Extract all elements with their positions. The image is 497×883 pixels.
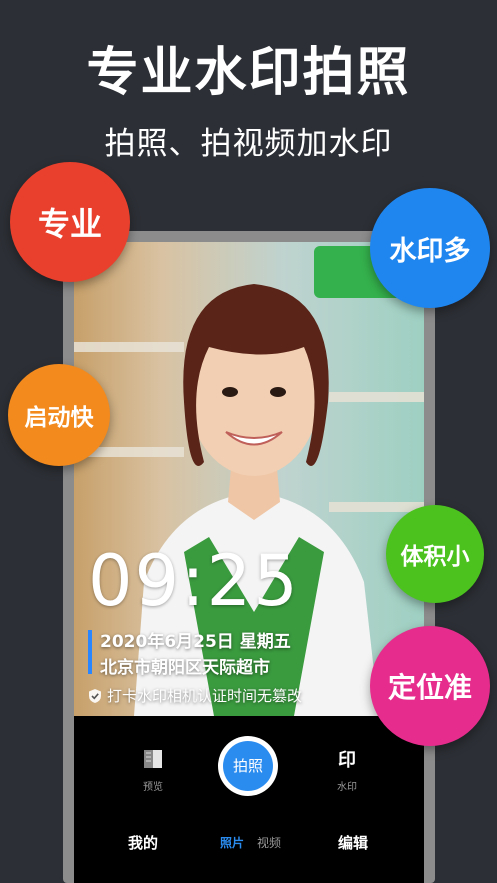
badge-accurate-location: 定位准 [370,626,490,746]
tab-photo[interactable]: 照片 [220,834,244,851]
watermark-stamp-icon[interactable]: 印 [332,746,362,772]
watermark-label: 水印 [337,782,357,793]
badge-professional: 专业 [10,162,130,282]
badge-small-size: 体积小 [386,505,484,603]
badge-many-watermarks: 水印多 [370,188,490,308]
watermark-date: 2020年6月25日 星期五 [100,632,291,652]
promo-title: 专业水印拍照 [86,43,411,103]
shutter-button[interactable]: 拍照 [218,736,278,796]
shield-check-icon [89,689,101,703]
watermark-accent-bar [88,630,92,674]
shutter-label: 拍照 [223,741,273,791]
tab-video[interactable]: 视频 [257,834,281,851]
watermark-certification: 打卡水印相机认证时间无篡改 [88,685,302,706]
badge-fast-start: 启动快 [8,364,110,466]
watermark-time: 09:25 [88,540,300,622]
watermark-location: 北京市朝阳区天际超市 [100,658,270,678]
preview-label: 预览 [143,782,163,793]
promo-subtitle: 拍照、拍视频加水印 [104,126,393,162]
preview-thumbnail-icon[interactable] [144,750,162,768]
nav-mine[interactable]: 我的 [128,832,158,853]
nav-edit[interactable]: 编辑 [338,832,368,853]
phone-screen: 09:25 2020年6月25日 星期五 北京市朝阳区天际超市 打卡水印相机认证… [74,242,424,883]
certification-text: 打卡水印相机认证时间无篡改 [107,687,303,705]
